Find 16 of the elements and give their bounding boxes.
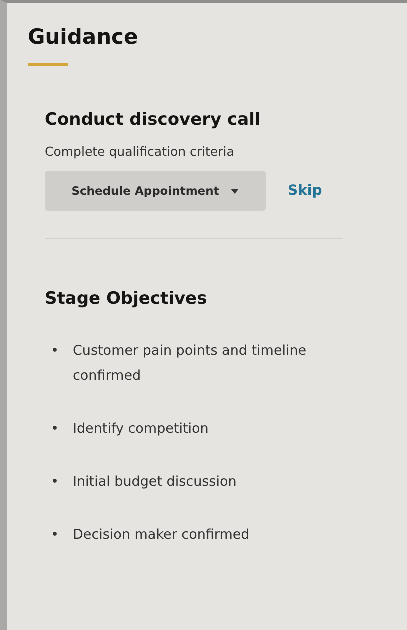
caret-icon: [231, 188, 240, 194]
title-underline: [28, 63, 68, 66]
objective-item: Decision maker confirmed: [73, 526, 251, 545]
section-title: Stage Objectives: [45, 289, 208, 309]
bullet: •: [50, 526, 60, 545]
task-title: Conduct discovery call: [45, 110, 262, 130]
bullet: •: [50, 342, 60, 361]
bullet: •: [50, 473, 60, 492]
objective-item: Identify competition: [73, 420, 210, 439]
skip-link[interactable]: Skip: [288, 183, 322, 199]
panel-title: Guidance: [28, 25, 140, 49]
objective-item: Initial budget discussion: [73, 473, 238, 492]
bullet: •: [50, 420, 60, 439]
schedule-appointment-button[interactable]: Schedule Appointment: [45, 171, 266, 211]
objective-item: Customer pain points and timeline confirmed: [73, 342, 308, 386]
task-subtitle: Complete qualification criteria: [45, 144, 236, 159]
